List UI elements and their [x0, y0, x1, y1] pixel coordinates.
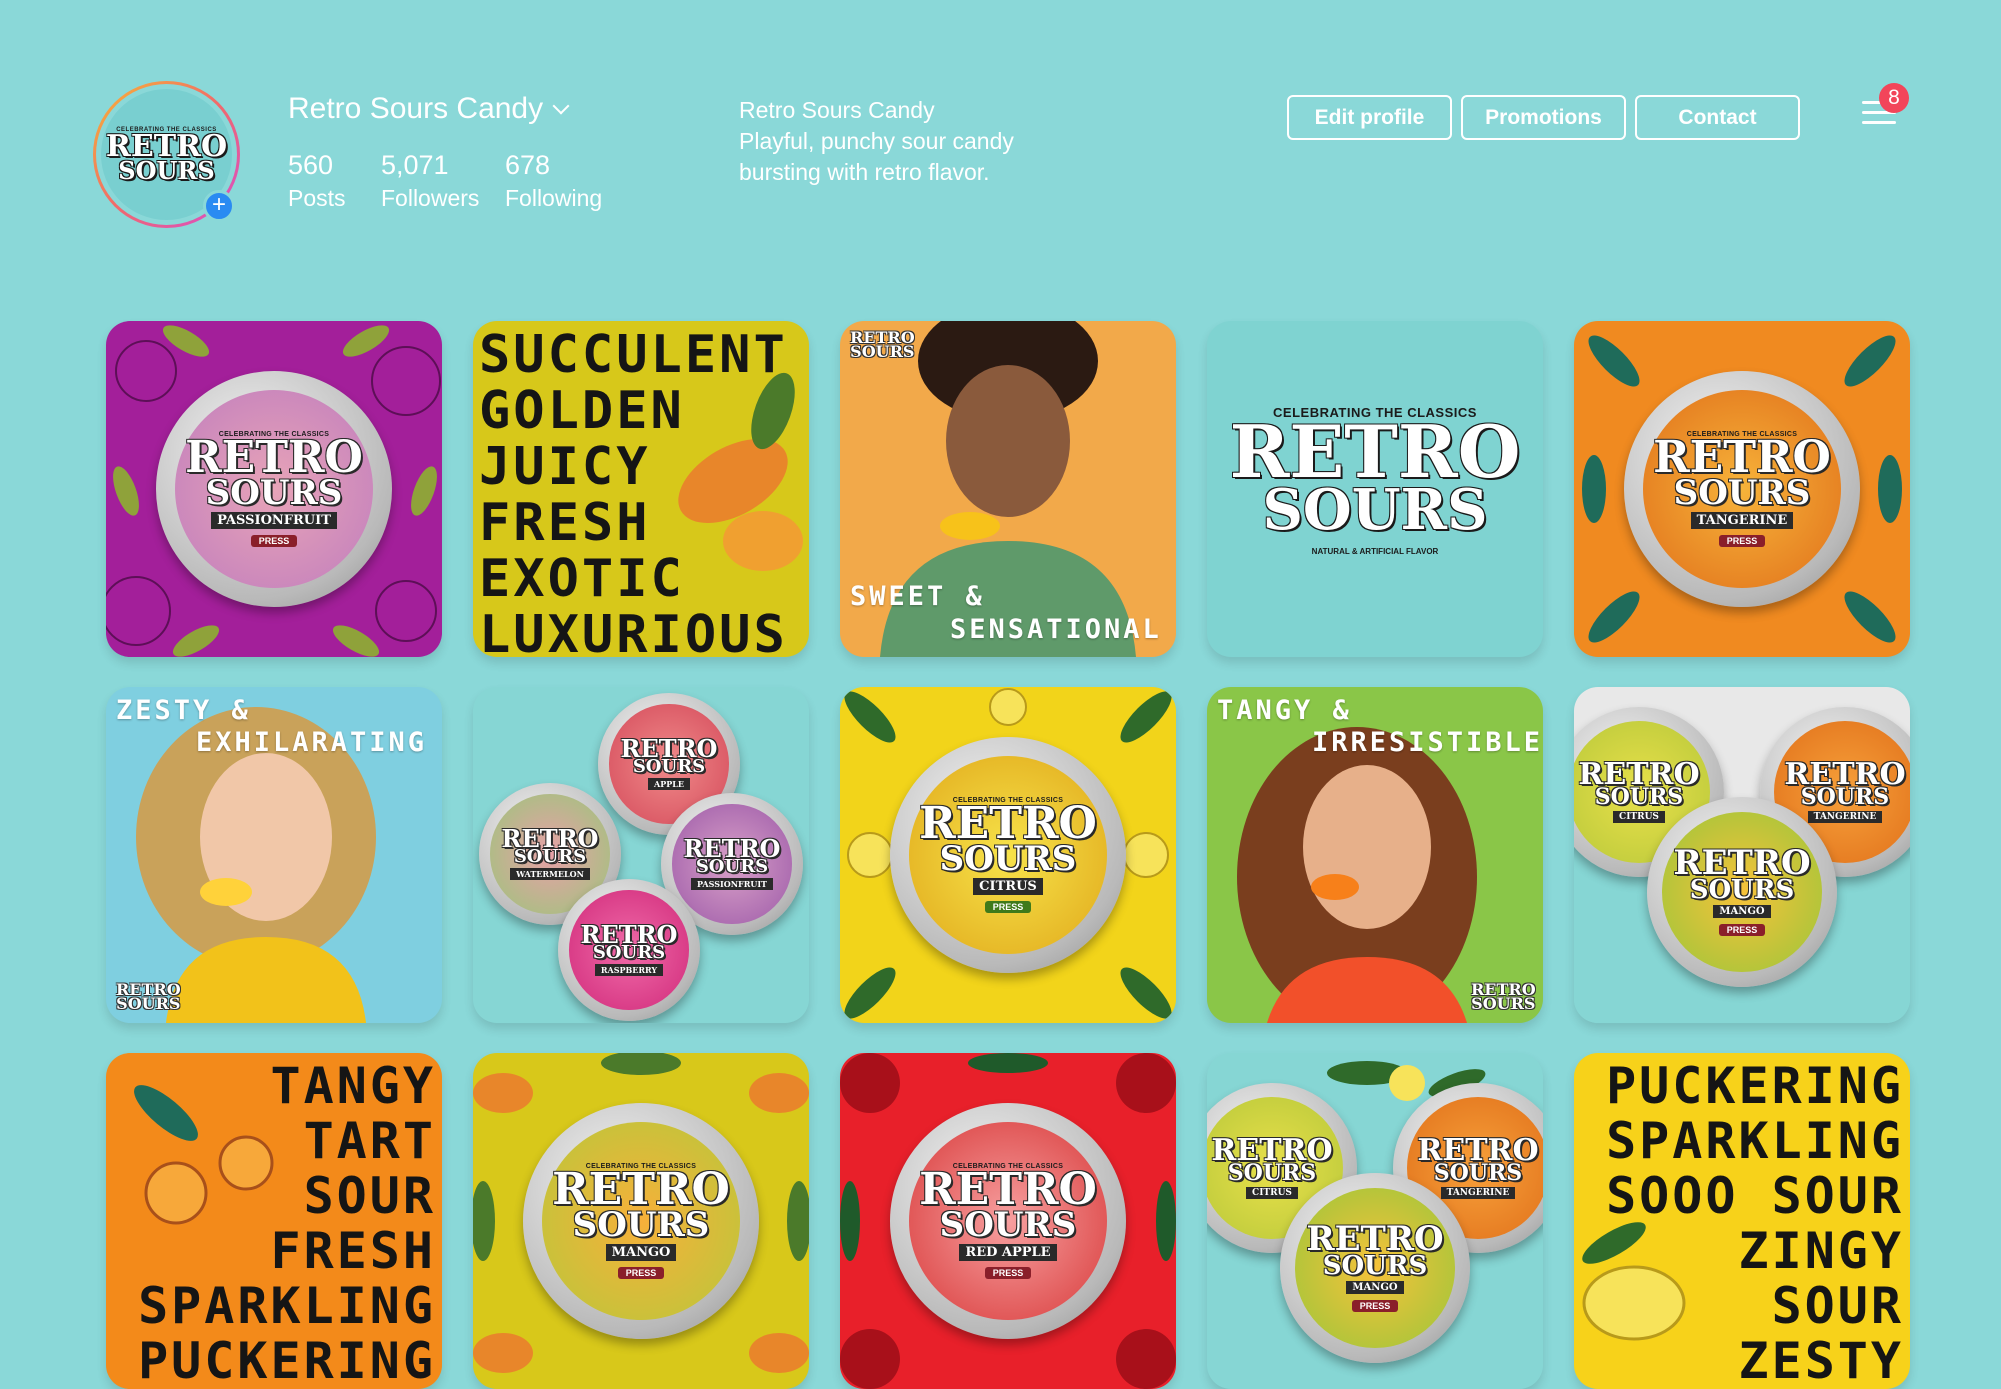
post-tile-puckering-poster[interactable]: PUCKERING SPARKLING SOOO SOUR ZINGY SOUR…: [1574, 1053, 1910, 1389]
watermark-logo: RETRO SOURS: [116, 980, 181, 1013]
promotions-button[interactable]: Promotions: [1461, 95, 1626, 140]
post-tile-three-tins-citrus[interactable]: RETRO SOURS CITRUS RETRO SOURS TANGERINE…: [1207, 1053, 1543, 1389]
account-switcher[interactable]: Retro Sours Candy: [288, 92, 570, 126]
post-tile-mango-tin[interactable]: CELEBRATING THE CLASSICS RETRO SOURS MAN…: [473, 1053, 809, 1389]
candy-tin: CELEBRATING THE CLASSICS RETRO SOURS RED…: [890, 1103, 1126, 1339]
edit-profile-button[interactable]: Edit profile: [1287, 95, 1452, 140]
chevron-down-icon: [552, 97, 570, 115]
post-tile-tangy-irresistible[interactable]: TANGY & IRRESISTIBLE RETRO SOURS: [1207, 687, 1543, 1023]
stat-following[interactable]: 678 Following: [505, 148, 602, 214]
candy-tin: CELEBRATING THE CLASSICS RETRO SOURS MAN…: [523, 1103, 759, 1339]
post-tile-tangy-tart-poster[interactable]: TANGY TART SOUR FRESH SPARKLING PUCKERIN…: [106, 1053, 442, 1389]
stat-posts[interactable]: 560 Posts: [288, 148, 346, 214]
bio-line: bursting with retro flavor.: [739, 159, 990, 185]
add-story-plus-icon[interactable]: +: [203, 190, 235, 222]
candy-tin: CELEBRATING THE CLASSICS RETRO SOURS CIT…: [890, 737, 1126, 973]
post-tile-tangerine-tin[interactable]: CELEBRATING THE CLASSICS RETRO SOURS TAN…: [1574, 321, 1910, 657]
watermark-logo: RETRO SOURS: [850, 328, 915, 361]
candy-tin: RETRO SOURS RASPBERRY: [558, 879, 700, 1021]
post-tile-zesty-exhilarating[interactable]: ZESTY & EXHILARATING RETRO SOURS: [106, 687, 442, 1023]
post-tile-succulent-poster[interactable]: SUCCULENT GOLDEN JUICY FRESH EXOTIC LUXU…: [473, 321, 809, 657]
candy-tin: CELEBRATING THE CLASSICS RETRO SOURS PAS…: [156, 371, 392, 607]
post-tile-four-tins[interactable]: RETRO SOURS APPLE RETRO SOURS WATERMELON…: [473, 687, 809, 1023]
candy-tin: RETRO SOURS MANGO PRESS: [1647, 797, 1837, 987]
candy-tin: CELEBRATING THE CLASSICS RETRO SOURS TAN…: [1624, 371, 1860, 607]
post-tile-red-apple-tin[interactable]: CELEBRATING THE CLASSICS RETRO SOURS RED…: [840, 1053, 1176, 1389]
contact-button[interactable]: Contact: [1635, 95, 1800, 140]
stat-followers[interactable]: 5,071 Followers: [381, 148, 479, 214]
post-tile-logo[interactable]: CELEBRATING THE CLASSICS RETRO SOURS NAT…: [1207, 321, 1543, 657]
post-tile-sweet-sensational[interactable]: RETRO SOURS SWEET & SENSATIONAL: [840, 321, 1176, 657]
candy-tin: RETRO SOURS MANGO PRESS: [1280, 1173, 1470, 1363]
watermark-logo: RETRO SOURS: [1471, 980, 1536, 1013]
bio-name: Retro Sours Candy: [739, 97, 935, 123]
profile-bio: Retro Sours Candy Playful, punchy sour c…: [739, 95, 1069, 188]
post-tile-citrus-tin[interactable]: CELEBRATING THE CLASSICS RETRO SOURS CIT…: [840, 687, 1176, 1023]
post-tile-passionfruit-tin[interactable]: CELEBRATING THE CLASSICS RETRO SOURS PAS…: [106, 321, 442, 657]
bio-line: Playful, punchy sour candy: [739, 128, 1014, 154]
post-tile-three-tins[interactable]: RETRO SOURS CITRUS RETRO SOURS TANGERINE…: [1574, 687, 1910, 1023]
username: Retro Sours Candy: [288, 92, 544, 125]
notification-badge[interactable]: 8: [1879, 83, 1909, 113]
